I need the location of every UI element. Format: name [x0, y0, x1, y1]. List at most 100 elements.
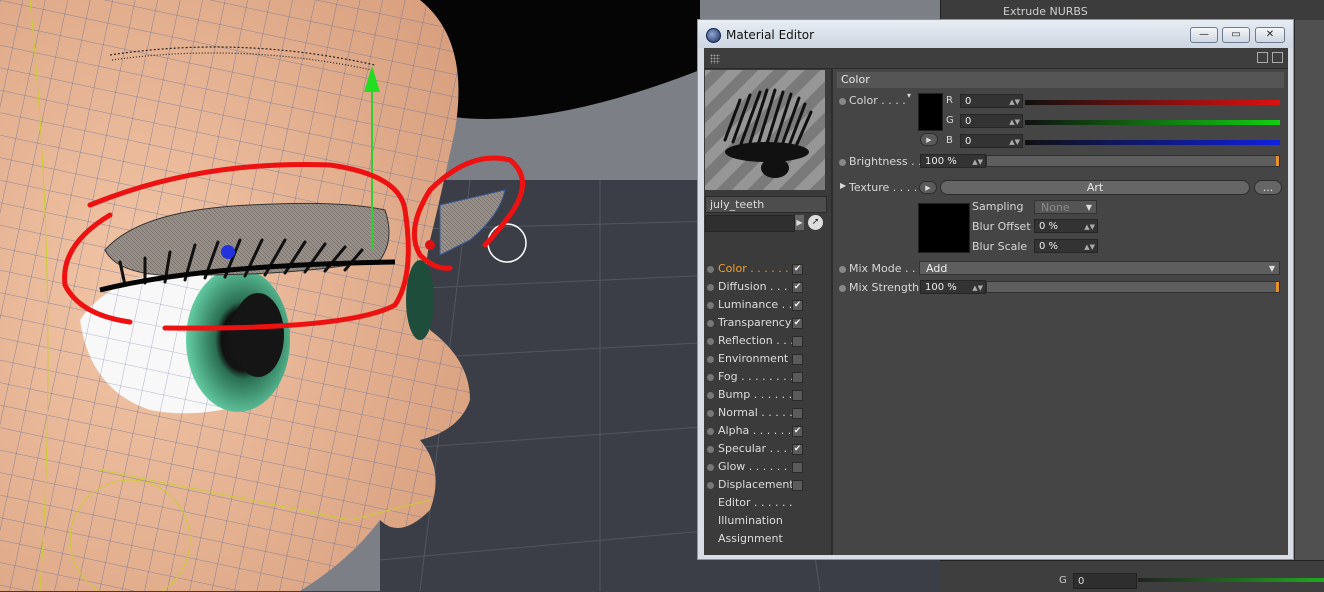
mix-strength-slider[interactable]	[986, 281, 1280, 293]
title-bar[interactable]: Material Editor — ▭ ✕	[698, 20, 1293, 48]
bottom-g-field[interactable]: 0	[1073, 573, 1137, 589]
mix-mode-anim-dot[interactable]	[839, 266, 846, 273]
checkbox-icon[interactable]	[792, 408, 803, 419]
channel-item[interactable]: Illumination	[704, 512, 831, 530]
color-anim-dot[interactable]	[839, 98, 846, 105]
close-button[interactable]: ✕	[1255, 27, 1285, 43]
mix-mode-label: Mix Mode . .	[849, 262, 916, 275]
b-field[interactable]: 0 ▲▼	[960, 134, 1023, 148]
channel-anim-dot[interactable]	[707, 392, 714, 399]
channel-label: Transparency	[718, 316, 792, 329]
channel-item[interactable]: Assignment	[704, 530, 831, 548]
channel-item[interactable]: Normal . . . . .	[704, 404, 831, 422]
channel-item[interactable]: Glow . . . . . . .	[704, 458, 831, 476]
channel-label: Normal . . . . .	[718, 406, 793, 419]
checkbox-icon[interactable]	[792, 390, 803, 401]
checkbox-icon[interactable]: ✔	[792, 318, 803, 329]
r-field[interactable]: 0 ▲▼	[960, 94, 1023, 108]
channel-anim-dot[interactable]	[707, 284, 714, 291]
sampling-label: Sampling	[972, 200, 1024, 213]
channel-item[interactable]: Fog . . . . . . . .	[704, 368, 831, 386]
mix-strength-field[interactable]: 100 % ▲▼	[920, 280, 986, 294]
checkbox-icon[interactable]	[792, 480, 803, 491]
channel-anim-dot[interactable]	[707, 320, 714, 327]
checkbox-icon[interactable]: ✔	[792, 300, 803, 311]
channel-item[interactable]: Specular . . . . ✔	[704, 440, 831, 458]
channel-anim-dot[interactable]	[707, 338, 714, 345]
checkbox-icon[interactable]	[792, 336, 803, 347]
color-label: Color . . . .	[849, 94, 906, 107]
blur-scale-field[interactable]: 0 % ▲▼	[1034, 239, 1098, 253]
channel-label: Reflection . . .	[718, 334, 794, 347]
channel-item[interactable]: Luminance . . ✔	[704, 296, 831, 314]
channel-item[interactable]: Transparency ✔	[704, 314, 831, 332]
checkbox-icon[interactable]	[792, 354, 803, 365]
channel-anim-dot[interactable]	[707, 464, 714, 471]
brightness-field[interactable]: 100 % ▲▼	[920, 154, 986, 168]
blur-offset-field[interactable]: 0 % ▲▼	[1034, 219, 1098, 233]
mix-mode-dropdown[interactable]: Add ▼	[919, 261, 1280, 275]
editor-toolbar	[704, 48, 1288, 69]
texture-menu-button[interactable]: ▶	[919, 181, 937, 194]
texture-expand-icon[interactable]: ▶	[840, 181, 846, 190]
b-slider[interactable]	[1025, 140, 1280, 145]
sampling-dropdown[interactable]: None ▼	[1034, 200, 1097, 214]
object-item-label[interactable]: Extrude NURBS	[1003, 5, 1088, 18]
link-arrow-button[interactable]: ▶	[795, 215, 804, 230]
minimize-button[interactable]: —	[1190, 27, 1218, 43]
checkbox-icon[interactable]: ✔	[792, 444, 803, 455]
material-name-field[interactable]: july_teeth	[705, 196, 827, 213]
channel-item[interactable]: Environment	[704, 350, 831, 368]
bottom-g-slider[interactable]	[1138, 578, 1324, 582]
new-window-icon[interactable]	[1272, 52, 1283, 63]
checkbox-icon[interactable]: ✔	[792, 426, 803, 437]
material-link-field[interactable]	[705, 215, 795, 232]
material-preview[interactable]	[705, 70, 825, 190]
g-slider[interactable]	[1025, 120, 1280, 125]
channel-anim-dot[interactable]	[707, 302, 714, 309]
texture-preview[interactable]	[918, 203, 970, 253]
maximize-button[interactable]: ▭	[1222, 27, 1250, 43]
channel-anim-dot[interactable]	[707, 266, 714, 273]
b-label: B	[946, 135, 953, 146]
brightness-anim-dot[interactable]	[839, 159, 846, 166]
channel-item[interactable]: Displacement	[704, 476, 831, 494]
channel-anim-dot[interactable]	[707, 374, 714, 381]
color-menu-icon[interactable]: ▾	[907, 91, 911, 100]
lash-preview-icon	[723, 88, 813, 178]
checkbox-icon[interactable]	[792, 462, 803, 473]
channel-anim-dot[interactable]	[707, 410, 714, 417]
r-slider[interactable]	[1025, 100, 1280, 105]
texture-more-button[interactable]: ...	[1254, 180, 1282, 195]
checkbox-icon[interactable]	[792, 372, 803, 383]
texture-label: Texture . . . . .	[849, 181, 925, 194]
channel-anim-dot[interactable]	[707, 428, 714, 435]
channel-label: Luminance . .	[718, 298, 793, 311]
color-expand-button[interactable]: ▶	[920, 133, 938, 146]
window-title: Material Editor	[726, 28, 815, 42]
channel-anim-dot[interactable]	[707, 482, 714, 489]
g-field[interactable]: 0 ▲▼	[960, 114, 1023, 128]
checkbox-icon[interactable]: ✔	[792, 264, 803, 275]
lock-icon[interactable]	[1257, 52, 1268, 63]
checkbox-icon[interactable]: ✔	[792, 282, 803, 293]
channel-label: Glow . . . . . . .	[718, 460, 795, 473]
mix-strength-anim-dot[interactable]	[839, 285, 846, 292]
grip-icon[interactable]	[710, 54, 720, 64]
channel-item[interactable]: Editor . . . . . .	[704, 494, 831, 512]
brightness-slider[interactable]	[986, 155, 1280, 167]
section-header: Color	[837, 72, 1284, 88]
channel-item[interactable]: Diffusion . . . . ✔	[704, 278, 831, 296]
texture-name-button[interactable]: Art	[940, 180, 1250, 195]
picker-icon[interactable]: ➚	[808, 215, 823, 230]
channel-item[interactable]: Alpha . . . . . . ✔	[704, 422, 831, 440]
channel-item[interactable]: Bump . . . . . .	[704, 386, 831, 404]
channel-anim-dot[interactable]	[707, 446, 714, 453]
color-swatch[interactable]	[918, 93, 943, 131]
channel-item[interactable]: Color . . . . . . ✔	[704, 260, 831, 278]
channel-item[interactable]: Reflection . . .	[704, 332, 831, 350]
channel-label: Specular . . . .	[718, 442, 795, 455]
brightness-label: Brightness . .	[849, 155, 922, 168]
channel-pane: july_teeth ▶ ➚ Color . . . . . . ✔ Diffusi…	[704, 69, 833, 555]
channel-anim-dot[interactable]	[707, 356, 714, 363]
